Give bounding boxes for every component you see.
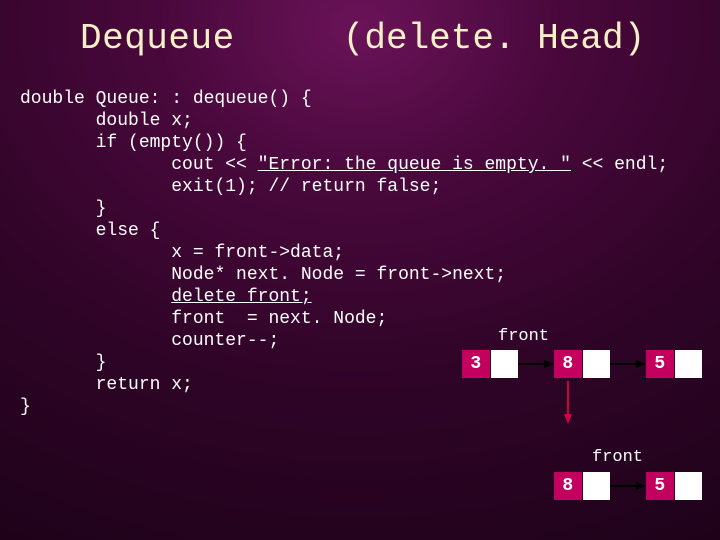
arrow-icon: [518, 363, 546, 365]
node-ptr: [583, 350, 611, 378]
title-name: Dequeue: [80, 18, 235, 59]
node-value: 3: [462, 350, 491, 378]
code-l13: }: [96, 353, 107, 373]
node-ptr: [491, 350, 519, 378]
down-arrowhead-icon: [564, 414, 572, 424]
list-node: 5: [646, 472, 702, 500]
code-l8: x = front->data;: [171, 243, 344, 263]
node-ptr: [675, 472, 703, 500]
arrowhead-icon: [636, 482, 646, 490]
arrowhead-icon: [636, 360, 646, 368]
title-paren: (delete. Head): [343, 18, 645, 59]
node-ptr: [675, 350, 703, 378]
slide-title: Dequeue (delete. Head): [80, 18, 645, 59]
arrow-icon: [610, 363, 638, 365]
code-l9: Node* next. Node = front->next;: [171, 265, 506, 285]
node-value: 8: [554, 350, 583, 378]
list-node: 3: [462, 350, 518, 378]
list-node: 5: [646, 350, 702, 378]
list-node: 8: [554, 350, 610, 378]
code-l11: front = next. Node;: [171, 309, 387, 329]
code-l4-str: "Error: the queue is empty. ": [258, 155, 571, 175]
arrowhead-icon: [544, 360, 554, 368]
code-l14: return x;: [96, 375, 193, 395]
front-label-1: front: [498, 327, 549, 346]
code-l5: exit(1); // return false;: [171, 177, 441, 197]
down-arrow-icon: [567, 381, 569, 416]
code-l15: }: [20, 397, 31, 417]
code-l1-kw: double: [20, 89, 85, 109]
code-l12: counter--;: [171, 331, 279, 351]
code-l4a: cout <<: [171, 155, 257, 175]
code-l4b: << endl;: [571, 155, 668, 175]
code-l1: Queue: : dequeue() {: [85, 89, 312, 109]
node-value: 8: [554, 472, 583, 500]
node-value: 5: [646, 472, 675, 500]
code-l2-kw: double: [96, 111, 161, 131]
code-l2: x;: [160, 111, 192, 131]
code-l3: if (empty()) {: [96, 133, 247, 153]
slide: Dequeue (delete. Head) double Queue: : d…: [0, 0, 720, 540]
arrow-icon: [610, 485, 638, 487]
node-value: 5: [646, 350, 675, 378]
code-l7: else {: [96, 221, 161, 241]
code-l10: delete front;: [171, 287, 311, 307]
node-ptr: [583, 472, 611, 500]
code-l6: }: [96, 199, 107, 219]
front-label-2: front: [592, 448, 643, 467]
list-node: 8: [554, 472, 610, 500]
